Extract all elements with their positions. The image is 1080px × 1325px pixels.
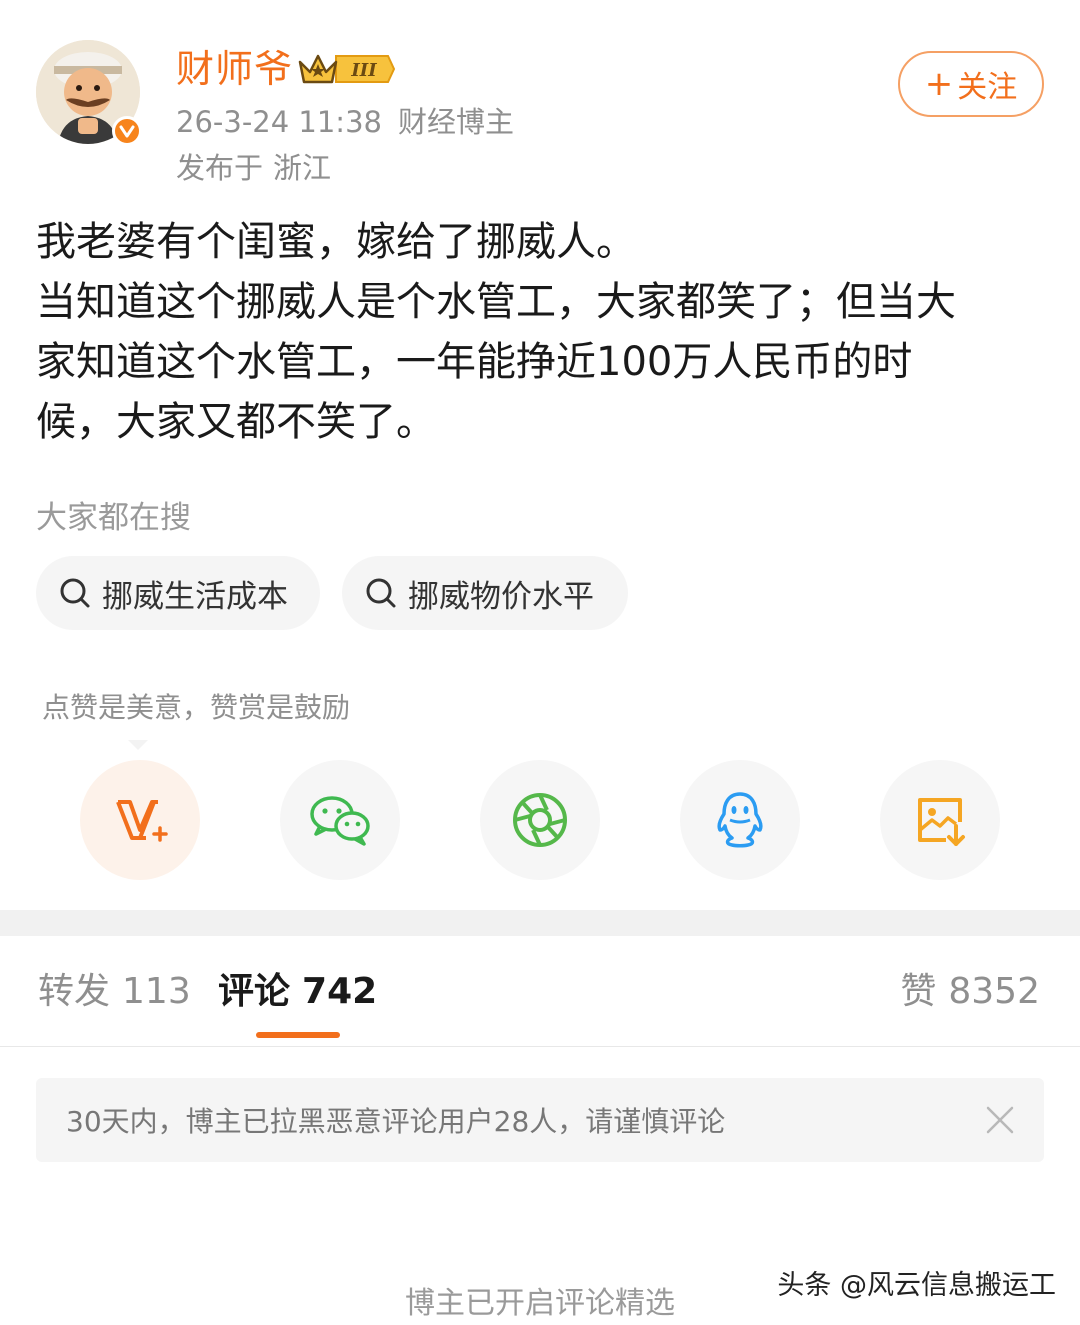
follow-label: 关注 xyxy=(957,70,1018,105)
share-qq-button[interactable] xyxy=(680,760,800,880)
post-location: 发布于 浙江 xyxy=(176,150,331,186)
repost-count: 113 xyxy=(122,971,191,1012)
post-meta: 26-3-24 11:38 财经博主 xyxy=(176,104,514,140)
post-line: 家知道这个水管工，一年能挣近100万人民币的时 xyxy=(36,339,913,385)
search-chip-label: 挪威物价水平 xyxy=(408,578,594,615)
vip-crown-badge: III xyxy=(296,50,396,88)
comment-notice: 30天内，博主已拉黑恶意评论用户28人，请谨慎评论 xyxy=(36,1078,1044,1162)
tab-repost[interactable]: 转发 113 xyxy=(38,968,191,1016)
vip-level-text: III xyxy=(350,60,377,81)
tip-arrow xyxy=(128,740,148,750)
reward-button[interactable] xyxy=(80,760,200,880)
search-chip[interactable]: 挪威物价水平 xyxy=(342,556,628,630)
plus-icon: + xyxy=(924,64,954,104)
post-time: 11:38 xyxy=(298,105,382,139)
post-line: 当知道这个挪威人是个水管工，大家都笑了；但当大 xyxy=(36,279,956,325)
post-body: 我老婆有个闺蜜，嫁给了挪威人。 当知道这个挪威人是个水管工，大家都笑了；但当大 … xyxy=(36,212,1026,452)
search-icon xyxy=(60,578,90,608)
author-tag: 财经博主 xyxy=(397,105,514,139)
qq-icon xyxy=(717,792,763,848)
share-wechat-button[interactable] xyxy=(280,760,400,880)
follow-button[interactable]: + 关注 xyxy=(898,51,1044,117)
post-line: 我老婆有个闺蜜，嫁给了挪威人。 xyxy=(36,219,636,265)
location-prefix: 发布于 xyxy=(176,151,264,185)
avatar[interactable] xyxy=(36,40,142,146)
search-chip-label: 挪威生活成本 xyxy=(102,578,288,615)
section-divider xyxy=(0,910,1080,936)
reward-tip: 点赞是美意，赞赏是鼓励 xyxy=(42,691,351,724)
verified-badge-icon xyxy=(112,116,142,146)
save-image-icon xyxy=(918,798,965,846)
notice-text: 30天内，博主已拉黑恶意评论用户28人，请谨慎评论 xyxy=(66,1105,726,1138)
tab-repost-label: 转发 xyxy=(38,971,111,1012)
location-name: 浙江 xyxy=(273,151,332,185)
tab-like-label: 赞 xyxy=(900,971,937,1012)
post-date: 26-3-24 xyxy=(176,105,290,139)
share-moments-button[interactable] xyxy=(480,760,600,880)
search-chip[interactable]: 挪威生活成本 xyxy=(36,556,320,630)
weibo-post-page: 财师爷 III 26-3-24 11:38 财经博主 发布于 浙江 + 关注 我老婆… xyxy=(0,0,1080,1325)
tab-like[interactable]: 赞 8352 xyxy=(900,968,1040,1016)
tabs-divider xyxy=(0,1046,1080,1047)
wechat-icon xyxy=(310,796,370,846)
like-count: 8352 xyxy=(948,971,1040,1012)
save-image-button[interactable] xyxy=(880,760,1000,880)
username[interactable]: 财师爷 xyxy=(176,44,293,94)
reward-icon xyxy=(116,800,168,842)
tab-comment[interactable]: 评论 742 xyxy=(218,968,377,1016)
crown-icon: III xyxy=(298,54,396,84)
tab-comment-label: 评论 xyxy=(218,971,291,1012)
watermark: 头条 @风云信息搬运工 xyxy=(777,1270,1056,1301)
moments-icon xyxy=(513,793,567,847)
post-line: 候，大家又都不笑了。 xyxy=(36,399,436,445)
trending-search-heading: 大家都在搜 xyxy=(36,500,191,536)
search-icon xyxy=(366,578,396,608)
comment-count: 742 xyxy=(302,971,378,1012)
close-icon[interactable] xyxy=(984,1104,1016,1136)
active-tab-indicator xyxy=(256,1032,340,1038)
